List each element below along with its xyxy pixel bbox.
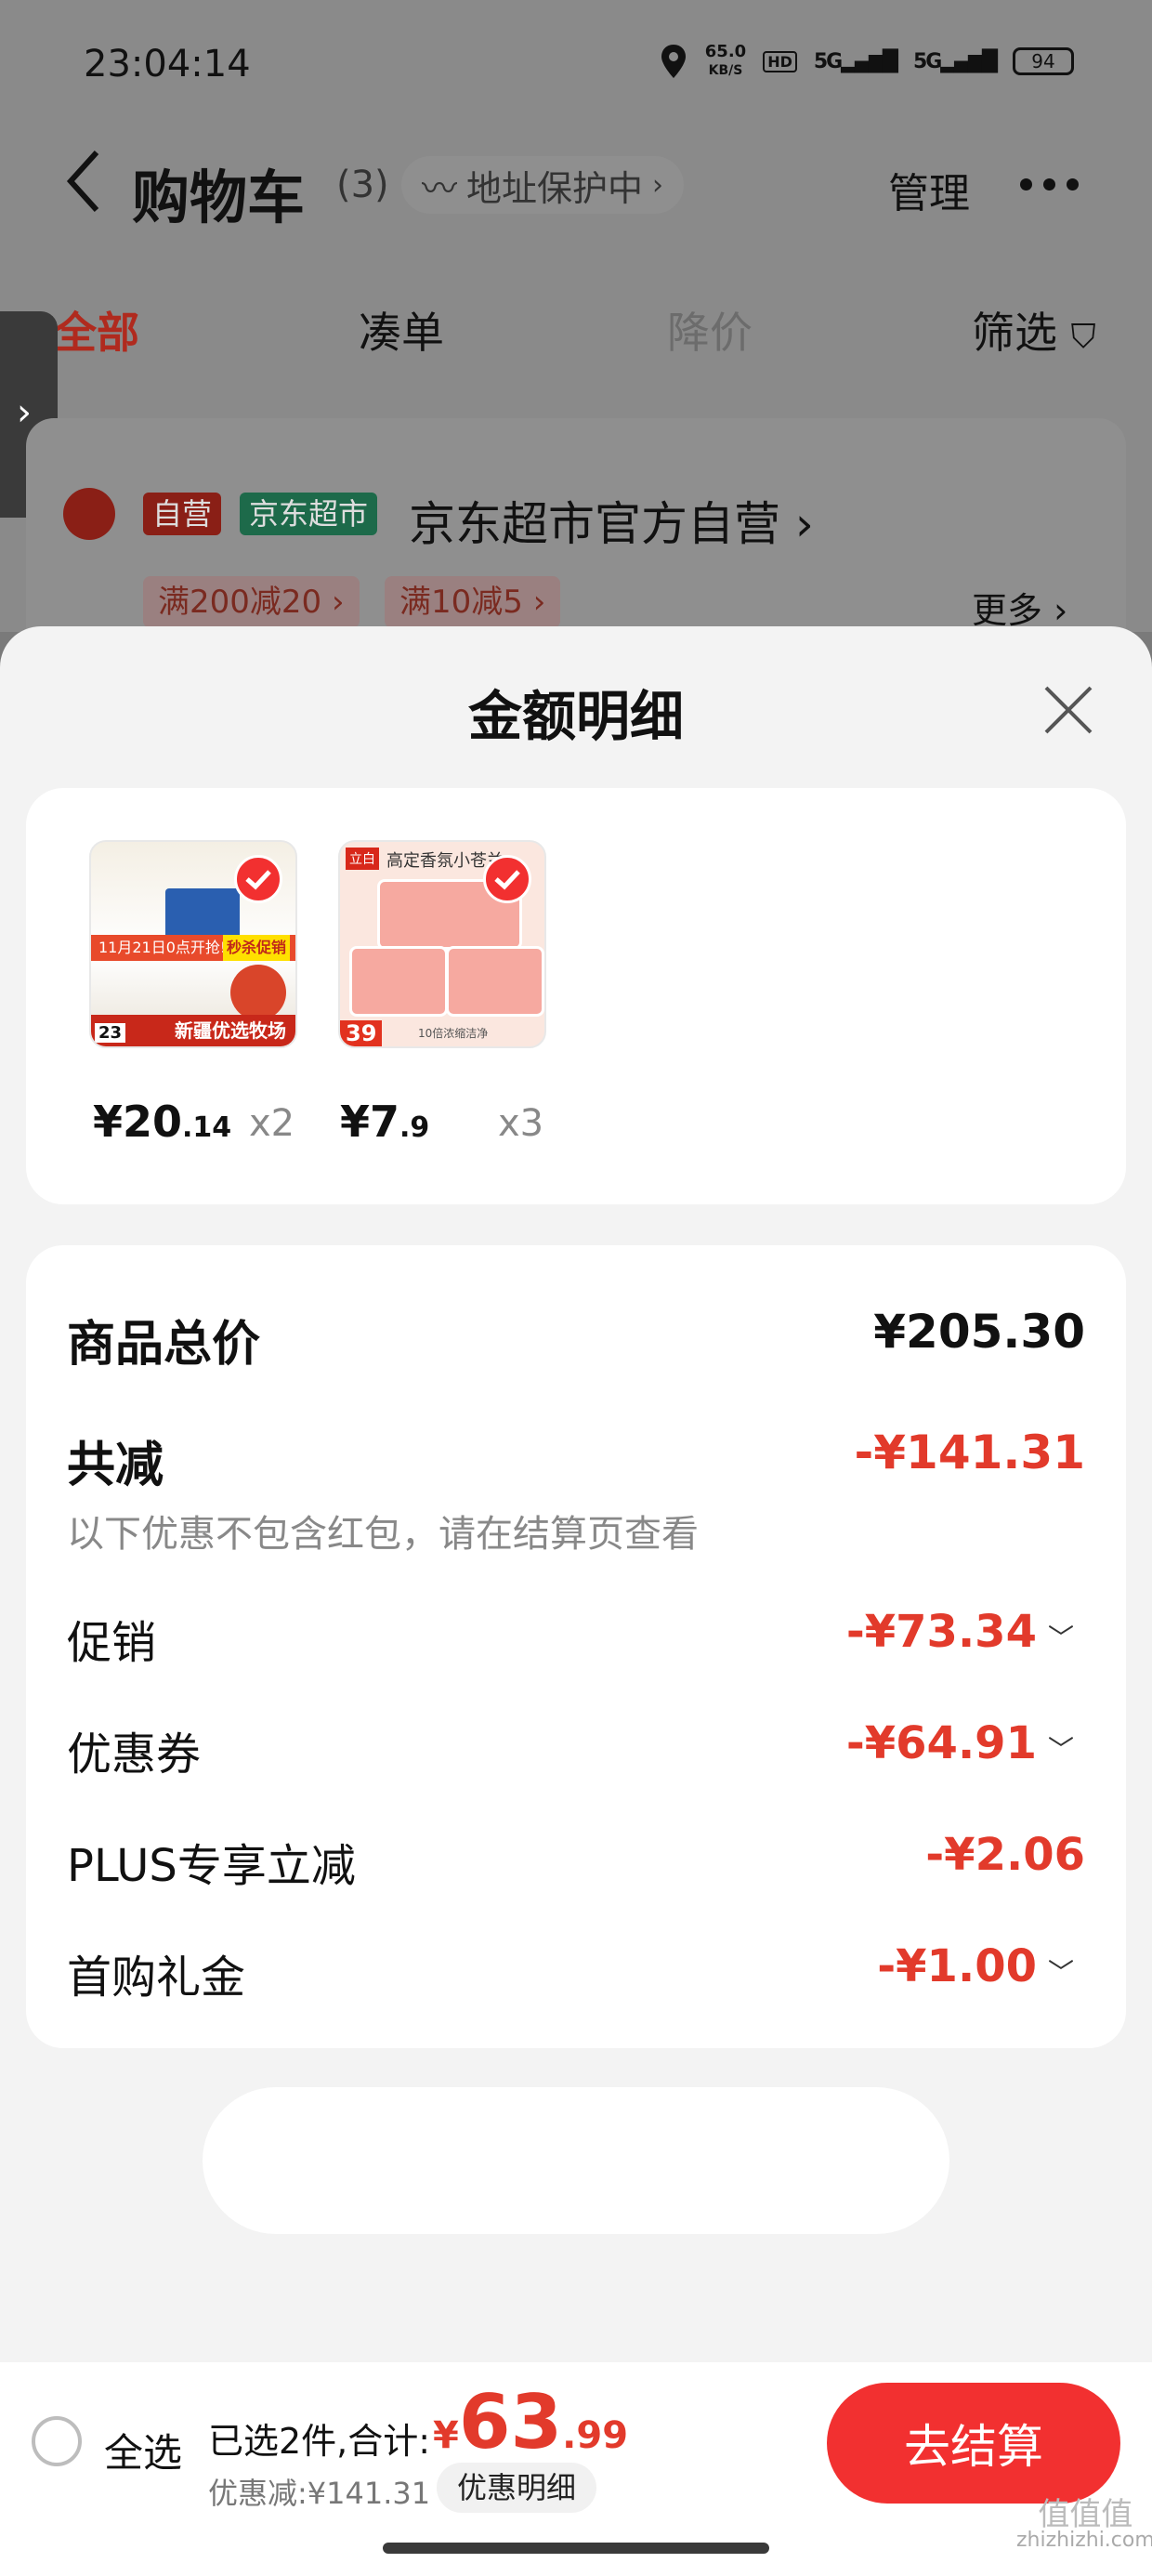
cart-count: (3) (336, 164, 389, 206)
signal-icon-2: 5G▂▄▆█ (912, 49, 998, 73)
status-icons: 65.0 KB/S HD 5G▂▄▆█ 5G▂▄▆█ 94 (659, 43, 1074, 80)
thumb-price: 23 (95, 1023, 126, 1043)
net-speed: 65.0 KB/S (704, 42, 747, 79)
status-bar: 23:04:14 65.0 KB/S HD 5G▂▄▆█ 5G▂▄▆█ 94 (0, 0, 1152, 130)
coupon-row[interactable]: -¥64.91 ﹀ (846, 1717, 1074, 1769)
more-options-icon[interactable] (1020, 178, 1079, 191)
first-purchase-label: 首购礼金 (67, 1952, 246, 2004)
store-more-link[interactable]: 更多 › (972, 582, 1067, 633)
total-price-label: 商品总价 (67, 1317, 261, 1373)
discount-summary: 优惠减:¥141.31 (208, 2476, 431, 2511)
promotion-label: 促销 (67, 1617, 157, 1669)
thumb-footer: 10倍浓缩洁净 (418, 1027, 489, 1040)
product-thumbnail-1[interactable]: 11月21日0点开抢! 秒杀促销 新疆优选牧场 23 (89, 840, 297, 1048)
store-checkbox[interactable] (63, 488, 115, 540)
supermarket-tag: 京东超市 (240, 493, 378, 535)
shield-icon: 〰 (422, 167, 458, 209)
self-operated-tag: 自营 (143, 493, 222, 535)
saved-label: 共减 (67, 1438, 164, 1493)
hd-icon: HD (763, 50, 797, 72)
selected-check-icon (234, 855, 282, 903)
watermark: 值值值 zhizhizhi.com (1016, 2496, 1152, 2552)
home-indicator[interactable] (383, 2543, 769, 2554)
page-title: 购物车 (132, 164, 306, 231)
chevron-right-icon: › (652, 168, 664, 202)
plus-discount-label: PLUS专享立减 (67, 1840, 356, 1892)
chevron-right-icon: › (17, 391, 32, 434)
selected-summary: 已选2件,合计: (208, 2421, 431, 2462)
promo-tag-2[interactable]: 满10减5 › (385, 576, 561, 628)
manage-button[interactable]: 管理 (888, 160, 970, 219)
select-all-label[interactable]: 全选 (104, 2422, 182, 2478)
address-protection-pill[interactable]: 〰 地址保护中 › (401, 156, 685, 214)
saved-value: -¥141.31 (854, 1426, 1086, 1479)
promo-tag-1[interactable]: 满200减20 › (143, 576, 360, 628)
location-icon (661, 45, 686, 78)
product-thumbnail-2[interactable]: 立白 高定香氛小苍兰 39 10倍浓缩洁净 (338, 840, 546, 1048)
close-icon[interactable] (1041, 682, 1096, 738)
product-1-price: ¥20.14 (93, 1097, 232, 1147)
coupon-label: 优惠券 (67, 1728, 202, 1781)
tab-filter[interactable]: 筛选 ⛉ (972, 299, 1096, 361)
store-name[interactable]: 京东超市官方自营 › (409, 487, 814, 554)
chevron-down-icon: ﹀ (1047, 1623, 1074, 1653)
tab-all[interactable]: 全部 (54, 299, 139, 361)
first-purchase-row[interactable]: -¥1.00 ﹀ (877, 1940, 1074, 1992)
discount-note: 以下优惠不包含红包，请在结算页查看 (67, 1513, 699, 1556)
thumb-tag: 秒杀促销 (222, 935, 290, 961)
product-1-qty: x2 (249, 1102, 295, 1145)
status-time: 23:04:14 (84, 43, 251, 85)
checkout-button[interactable]: 去结算 (827, 2383, 1120, 2504)
discount-detail-button[interactable]: 优惠明细 (437, 2463, 597, 2513)
sheet-title: 金额明细 (467, 685, 684, 748)
back-arrow-icon[interactable] (65, 149, 102, 214)
product-2-price: ¥7.9 (340, 1097, 430, 1147)
signal-icon: 5G▂▄▆█ (813, 49, 898, 73)
product-2-qty: x3 (498, 1102, 544, 1145)
tab-price-drop[interactable]: 降价 (667, 299, 753, 361)
total-price-value: ¥205.30 (873, 1305, 1085, 1359)
chevron-down-icon: ﹀ (1047, 1734, 1074, 1765)
thumb-brand: 立白 (346, 848, 379, 870)
thumb-price: 39 (340, 1020, 383, 1046)
promotion-row[interactable]: -¥73.34 ﹀ (846, 1606, 1074, 1658)
selected-check-icon (483, 855, 531, 903)
empty-pill-placeholder (203, 2087, 949, 2234)
total-amount: ¥63.99 (433, 2379, 629, 2465)
select-all-radio[interactable] (32, 2416, 82, 2466)
tab-bundle[interactable]: 凑单 (359, 299, 444, 361)
filter-icon: ⛉ (1070, 318, 1096, 356)
plus-discount-value: -¥2.06 (925, 1829, 1085, 1881)
battery-icon: 94 (1013, 47, 1074, 75)
chevron-down-icon: ﹀ (1047, 1957, 1074, 1988)
